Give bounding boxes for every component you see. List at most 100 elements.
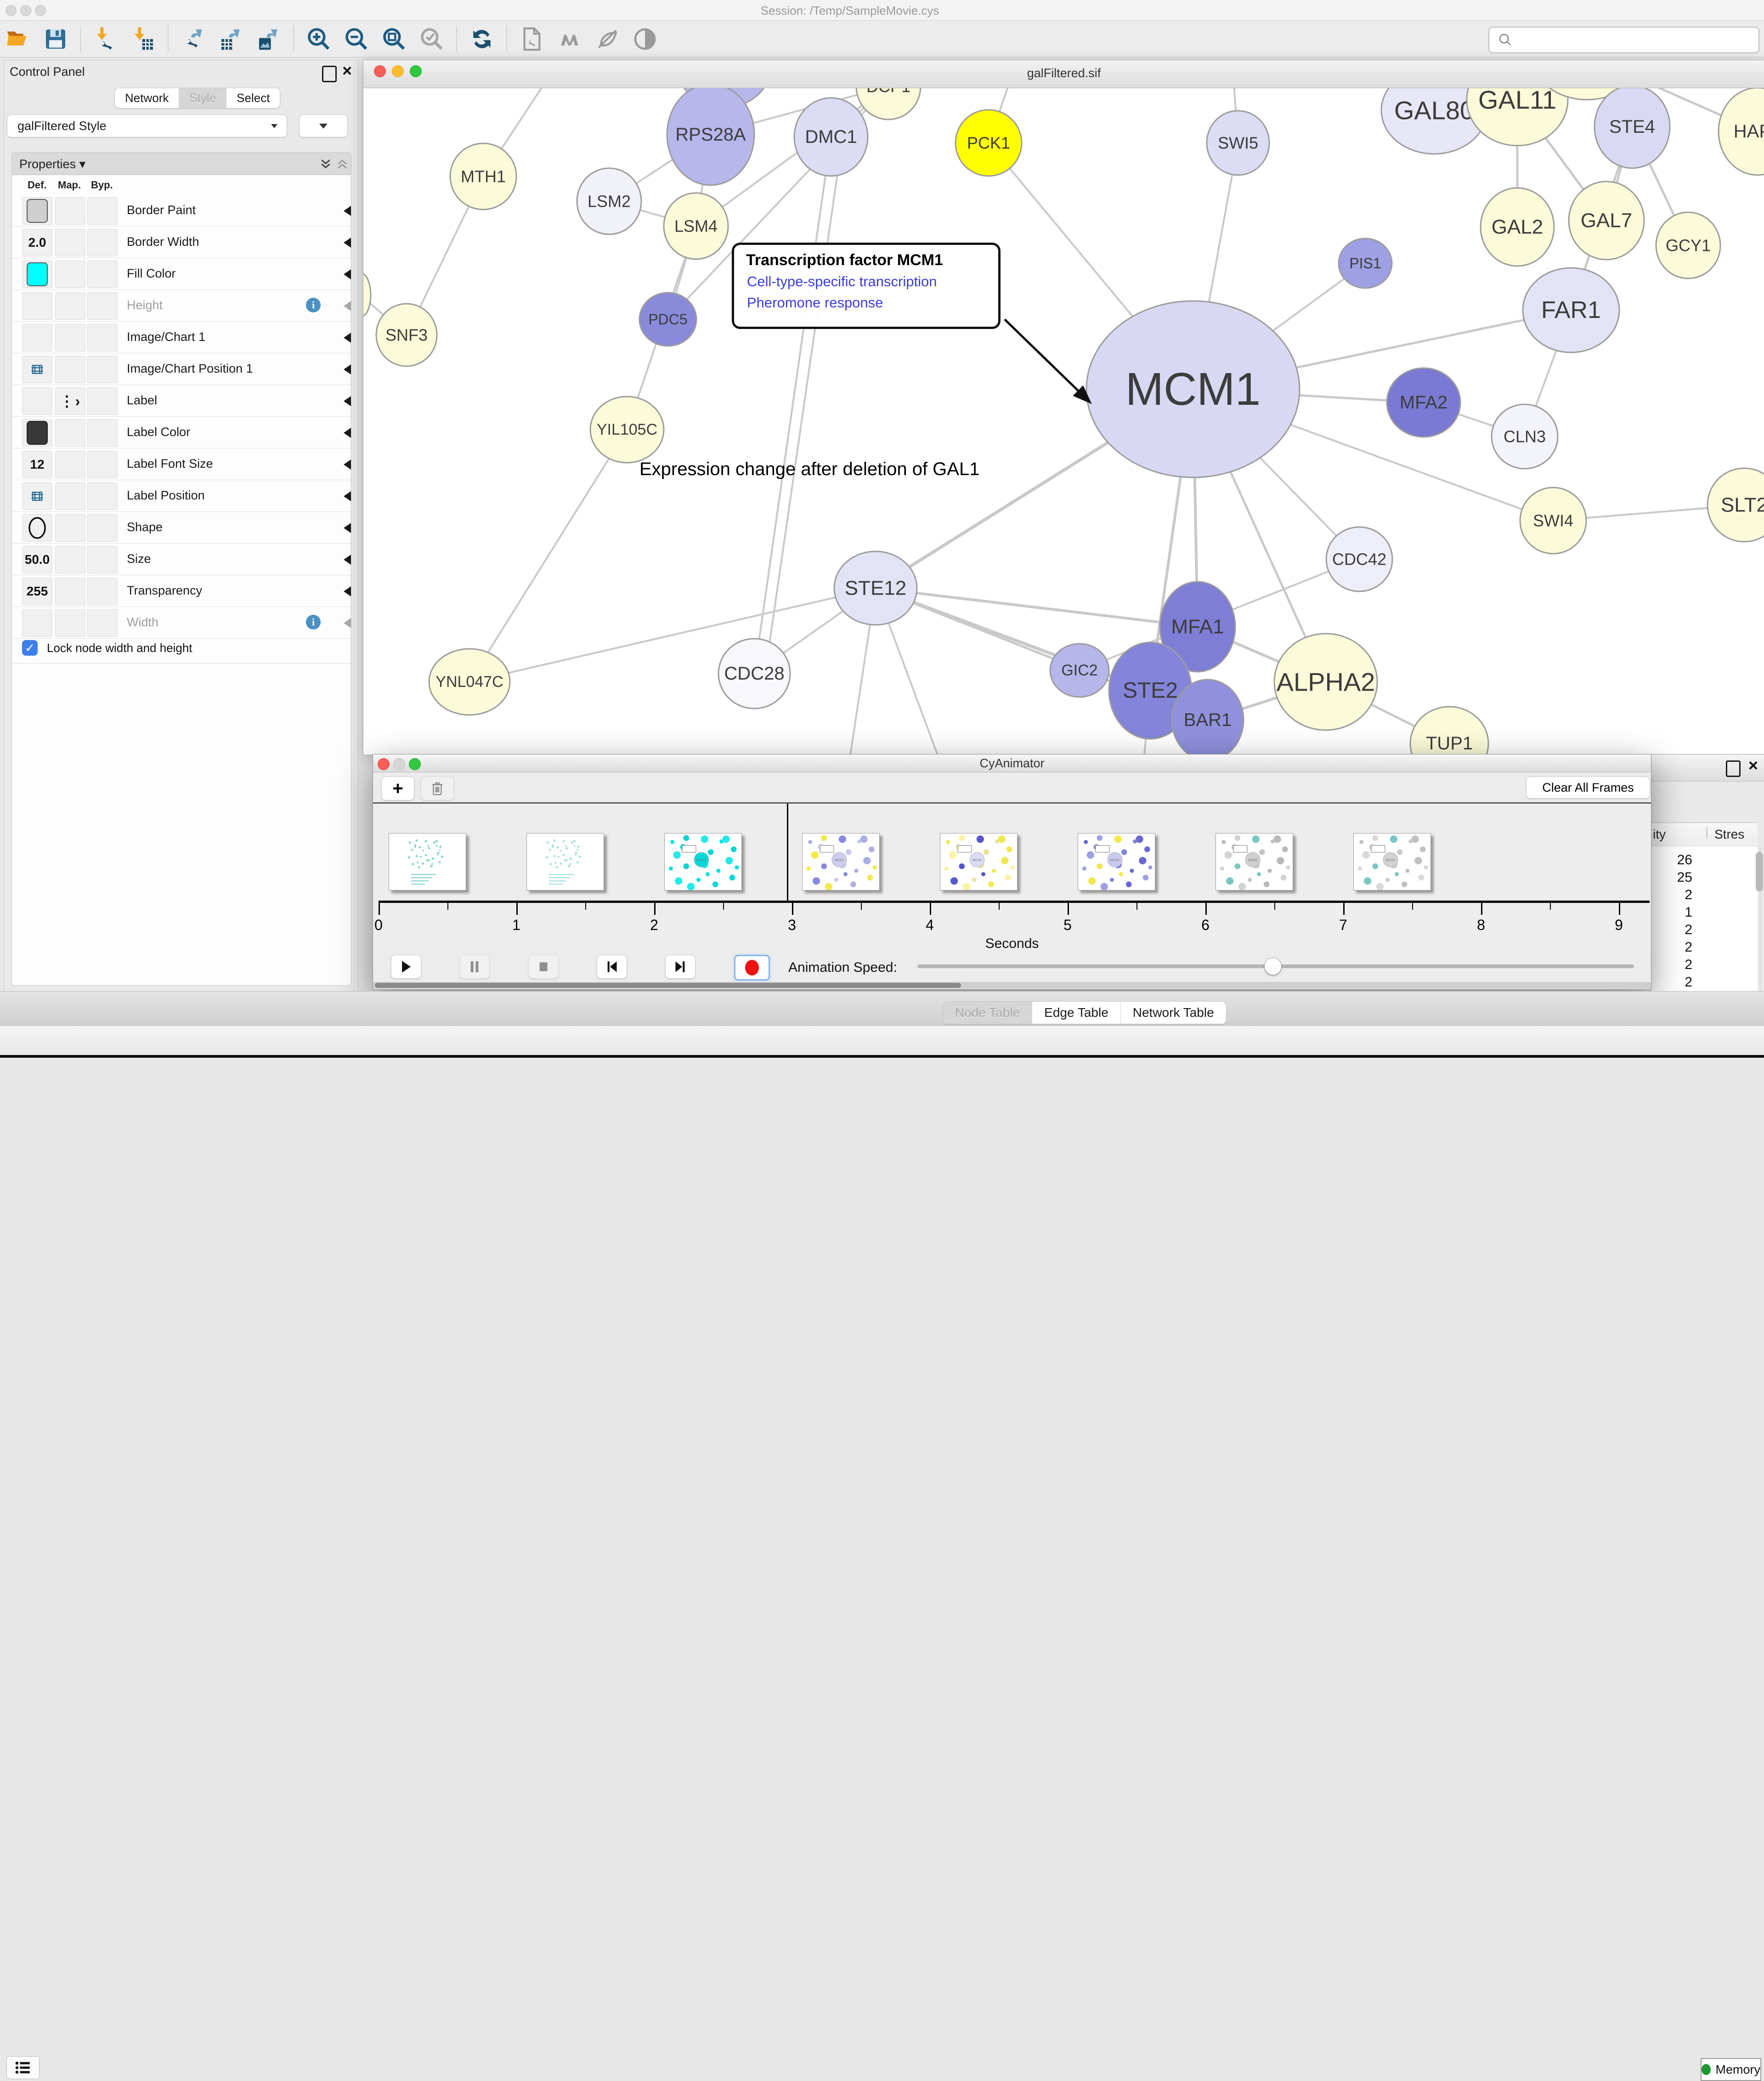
info-icon[interactable]: i: [306, 615, 321, 629]
playhead[interactable]: [787, 804, 788, 901]
expand-property-icon[interactable]: [344, 618, 351, 628]
close-panel-icon[interactable]: ×: [342, 64, 352, 78]
table-cell-value[interactable]: 2: [1651, 975, 1692, 990]
table-cell-value[interactable]: 2: [1651, 940, 1692, 955]
bypass-value-cell[interactable]: [87, 451, 118, 478]
default-value-cell[interactable]: 50.0: [22, 546, 52, 573]
annotation-link-1[interactable]: Cell-type-specific transcription: [747, 273, 937, 290]
animation-speed-thumb[interactable]: [1264, 958, 1282, 975]
skip-end-button[interactable]: [665, 955, 695, 979]
column-stress[interactable]: Stres: [1714, 827, 1744, 842]
annotation-link-2[interactable]: Pheromone response: [747, 295, 883, 311]
delete-frame-button[interactable]: [421, 777, 454, 800]
annotation-arrow[interactable]: [1005, 319, 1085, 397]
default-value-cell[interactable]: [22, 482, 52, 510]
table-panel-titlebar[interactable]: ×: [1651, 754, 1764, 782]
property-row[interactable]: 50.0Size: [12, 544, 351, 575]
default-value-cell[interactable]: 255: [22, 578, 52, 605]
timeline-scrollbar[interactable]: [373, 982, 1651, 989]
tab-node-table[interactable]: Node Table: [943, 1002, 1032, 1024]
frame-thumbnail-3[interactable]: MCM1: [802, 833, 880, 890]
frame-thumbnail-6[interactable]: MCM1: [1216, 833, 1293, 890]
property-row[interactable]: Label Color: [12, 417, 351, 448]
frame-thumbnail-7[interactable]: MCM1: [1353, 833, 1431, 890]
expand-property-icon[interactable]: [344, 555, 351, 565]
lock-size-checkbox[interactable]: ✓: [22, 640, 38, 656]
search-network-icon[interactable]: [556, 26, 583, 52]
info-icon[interactable]: i: [306, 298, 321, 312]
property-row[interactable]: 2.0Border Width: [12, 227, 351, 258]
bypass-value-cell[interactable]: [87, 261, 118, 288]
export-image-icon[interactable]: [255, 26, 282, 52]
table-cell-value[interactable]: 2: [1651, 922, 1692, 938]
cyanimator-titlebar[interactable]: CyAnimator: [373, 754, 1651, 772]
bypass-value-cell[interactable]: [87, 546, 118, 573]
default-value-cell[interactable]: [22, 324, 52, 352]
tab-network[interactable]: Network: [115, 88, 179, 108]
export-table-icon[interactable]: [218, 26, 244, 52]
mapping-value-cell[interactable]: [55, 356, 85, 383]
bypass-value-cell[interactable]: [87, 324, 118, 352]
clear-all-frames-button[interactable]: Clear All Frames: [1526, 777, 1650, 799]
zoom-fit-icon[interactable]: [381, 26, 407, 52]
frame-thumbnail-0[interactable]: [389, 833, 466, 890]
mapping-value-cell[interactable]: [55, 578, 85, 605]
task-history-button[interactable]: [6, 2056, 40, 2079]
column-centrality[interactable]: ity: [1653, 827, 1666, 842]
add-frame-button[interactable]: +: [381, 777, 414, 800]
search-input[interactable]: [1488, 27, 1759, 53]
style-options-button[interactable]: [299, 114, 348, 137]
frame-thumbnail-5[interactable]: MCM1: [1078, 833, 1155, 890]
property-row[interactable]: Shape: [12, 512, 351, 544]
default-value-cell[interactable]: [22, 261, 52, 288]
save-session-icon[interactable]: [42, 26, 69, 52]
skip-start-button[interactable]: [597, 955, 627, 979]
network-node-left-sliver[interactable]: [363, 273, 371, 317]
expand-property-icon[interactable]: [344, 333, 351, 343]
window-minimize-icon[interactable]: [20, 5, 31, 16]
tab-edge-table[interactable]: Edge Table: [1032, 1002, 1120, 1024]
bypass-value-cell[interactable]: [87, 229, 118, 256]
mapping-value-cell[interactable]: [55, 609, 85, 637]
table-cell-value[interactable]: 26: [1651, 852, 1692, 868]
expand-property-icon[interactable]: [344, 586, 351, 596]
bypass-value-cell[interactable]: [87, 356, 118, 383]
open-session-icon[interactable]: [5, 26, 31, 52]
bypass-value-cell[interactable]: [87, 482, 118, 510]
property-row[interactable]: Heighti: [12, 290, 351, 322]
memory-button[interactable]: Memory: [1701, 2058, 1761, 2081]
hide-annotations-icon[interactable]: [594, 26, 621, 52]
default-value-cell[interactable]: [22, 419, 52, 447]
expand-all-icon[interactable]: [319, 157, 333, 171]
default-value-cell[interactable]: 12: [22, 451, 52, 478]
expand-property-icon[interactable]: [344, 238, 351, 248]
network-file-icon[interactable]: [519, 26, 545, 52]
mapping-value-cell[interactable]: [55, 546, 85, 573]
default-value-cell[interactable]: [22, 609, 52, 637]
expand-property-icon[interactable]: [344, 428, 351, 438]
frame-thumbnail-1[interactable]: [526, 833, 604, 890]
table-scrollbar-thumb[interactable]: [1756, 852, 1763, 891]
mapping-value-cell[interactable]: [55, 229, 85, 256]
import-table-icon[interactable]: [130, 26, 157, 52]
bypass-value-cell[interactable]: [87, 197, 118, 225]
bypass-value-cell[interactable]: [87, 514, 118, 542]
default-value-cell[interactable]: [22, 197, 52, 225]
property-row[interactable]: Image/Chart Position 1: [12, 353, 351, 385]
expand-property-icon[interactable]: [344, 269, 351, 279]
mapping-value-cell[interactable]: [55, 324, 85, 352]
bypass-value-cell[interactable]: [87, 387, 118, 415]
network-window-titlebar[interactable]: galFiltered.sif: [363, 60, 1764, 88]
frame-thumbnail-4[interactable]: MCM1: [940, 833, 1018, 890]
collapse-all-icon[interactable]: [335, 157, 349, 171]
default-value-cell[interactable]: [22, 356, 52, 383]
bypass-value-cell[interactable]: [87, 292, 118, 320]
tab-network-table[interactable]: Network Table: [1120, 1002, 1226, 1024]
table-cell-value[interactable]: 25: [1651, 870, 1692, 885]
mapping-value-cell[interactable]: [55, 514, 85, 542]
expand-property-icon[interactable]: [344, 459, 351, 470]
frame-thumbnail-2[interactable]: MCM1: [664, 833, 742, 890]
mapping-value-cell[interactable]: [55, 451, 85, 478]
property-row[interactable]: Image/Chart 1: [12, 322, 351, 353]
mapping-value-cell[interactable]: ⋮›: [55, 387, 85, 415]
